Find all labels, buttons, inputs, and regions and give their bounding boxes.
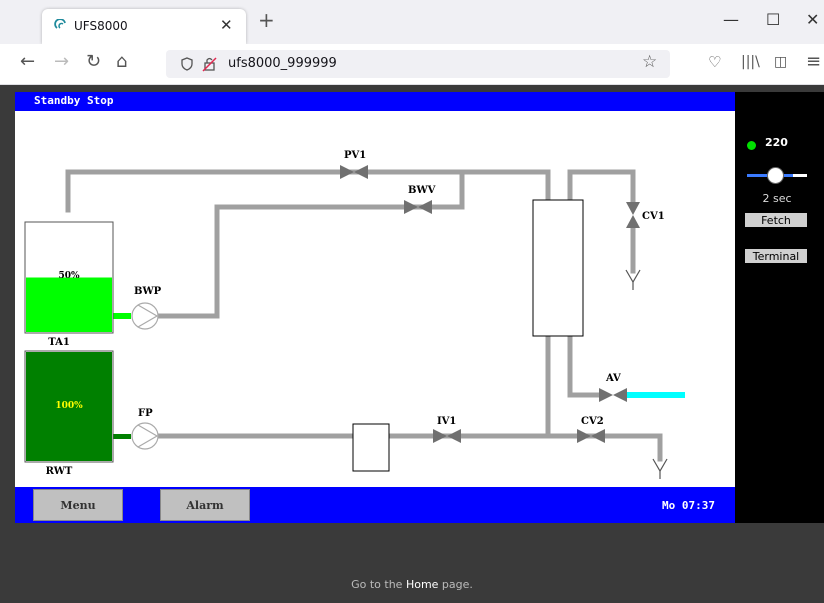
label-fp: FP <box>138 408 153 419</box>
label-bwv: BWV <box>408 185 436 196</box>
insecure-lock-icon[interactable] <box>202 56 218 72</box>
site-favicon-icon <box>54 19 66 29</box>
tank-ta1-level <box>26 277 112 332</box>
valve-cv1-top <box>626 202 640 215</box>
pipe-pv1 <box>65 169 551 213</box>
footer-text-before: Go to the <box>351 578 406 591</box>
pipe-av-outlet <box>627 392 685 398</box>
home-link[interactable]: Home <box>406 578 438 591</box>
alarm-button[interactable]: Alarm <box>160 489 250 521</box>
pocket-icon[interactable]: ♡ <box>708 53 721 71</box>
slider-label: 2 sec <box>762 192 792 205</box>
slider-thumb[interactable] <box>767 167 784 184</box>
status-text: Standby Stop <box>34 94 114 107</box>
label-pv1: PV1 <box>344 150 366 161</box>
footer-text: Go to the Home page. <box>0 578 824 591</box>
valve-bwv-right <box>418 200 432 214</box>
back-icon[interactable]: ← <box>20 53 35 71</box>
pipe-ta1-outlet <box>112 313 131 319</box>
hmi-bottom-bar: Menu Alarm Mo 07:37 <box>15 487 735 523</box>
valve-av-left <box>599 388 613 402</box>
menu-icon[interactable]: ≡ <box>806 53 821 71</box>
valve-bwv-left <box>404 200 418 214</box>
pump-fp <box>131 422 159 450</box>
library-icon[interactable]: |||\ <box>741 53 760 71</box>
terminal-button[interactable]: Terminal <box>745 249 807 263</box>
rwt-level-text: 100% <box>55 401 83 411</box>
valve-pv1-right <box>354 165 368 179</box>
close-window-icon[interactable]: ✕ <box>806 12 819 28</box>
browser-nav-bar: ← → ↻ ⌂ ufs8000_999999 ☆ ♡ |||\ ◫ ≡ <box>0 44 824 85</box>
maximize-icon[interactable]: ☐ <box>766 12 780 28</box>
valve-iv1-left <box>433 429 447 443</box>
new-tab-icon[interactable]: + <box>258 10 275 30</box>
valve-cv2-right <box>591 429 605 443</box>
shield-icon[interactable] <box>180 57 194 71</box>
home-icon[interactable]: ⌂ <box>116 53 127 71</box>
reload-icon[interactable]: ↻ <box>86 53 101 71</box>
valve-pv1-left <box>340 165 354 179</box>
valve-cv1-bottom <box>626 215 640 228</box>
filter-column <box>532 199 584 337</box>
side-panel: 220 2 sec Fetch Terminal <box>735 92 824 523</box>
bookmark-star-icon[interactable]: ☆ <box>642 53 657 71</box>
sidebar-icon[interactable]: ◫ <box>774 53 787 71</box>
connection-indicator-icon <box>747 141 756 150</box>
label-ta1: TA1 <box>48 337 70 348</box>
minimize-icon[interactable]: — <box>723 12 739 28</box>
footer-text-after: page. <box>438 578 473 591</box>
valve-cv2-left <box>577 429 591 443</box>
valve-av-right <box>613 388 627 402</box>
valve-iv1-right <box>447 429 461 443</box>
prefilter-box <box>352 423 390 472</box>
close-tab-icon[interactable]: ✕ <box>220 16 233 34</box>
url-text: ufs8000_999999 <box>228 56 337 71</box>
pipe-rwt-outlet <box>112 434 131 439</box>
label-bwp: BWP <box>134 286 162 297</box>
clock: Mo 07:37 <box>662 499 715 512</box>
label-cv2: CV2 <box>581 416 604 427</box>
address-bar[interactable]: ufs8000_999999 <box>166 50 670 78</box>
process-diagram: PV1 BWV CV1 BWP FP AV IV1 CV2 TA1 RWT 50… <box>24 150 685 479</box>
indicator-value: 220 <box>765 136 788 149</box>
label-rwt: RWT <box>46 466 73 477</box>
label-cv1: CV1 <box>642 211 665 222</box>
slider-track-rest <box>793 174 807 177</box>
forward-icon[interactable]: → <box>54 53 69 71</box>
browser-tab-bar: UFS8000 ✕ + — ☐ ✕ <box>0 0 824 44</box>
menu-button[interactable]: Menu <box>33 489 123 521</box>
pump-bwp <box>131 302 159 330</box>
label-av: AV <box>605 373 621 384</box>
label-iv1: IV1 <box>437 416 456 427</box>
status-bar: Standby Stop <box>15 92 735 111</box>
tab-title: UFS8000 <box>74 19 128 33</box>
fetch-button[interactable]: Fetch <box>745 213 807 227</box>
browser-tab[interactable]: UFS8000 ✕ <box>42 9 246 44</box>
pipe-column-right <box>567 334 606 398</box>
hmi-canvas: PV1 BWV CV1 BWP FP AV IV1 CV2 TA1 RWT 50… <box>15 92 735 523</box>
pipe-main <box>388 433 663 462</box>
ta1-level-text: 50% <box>58 271 80 281</box>
